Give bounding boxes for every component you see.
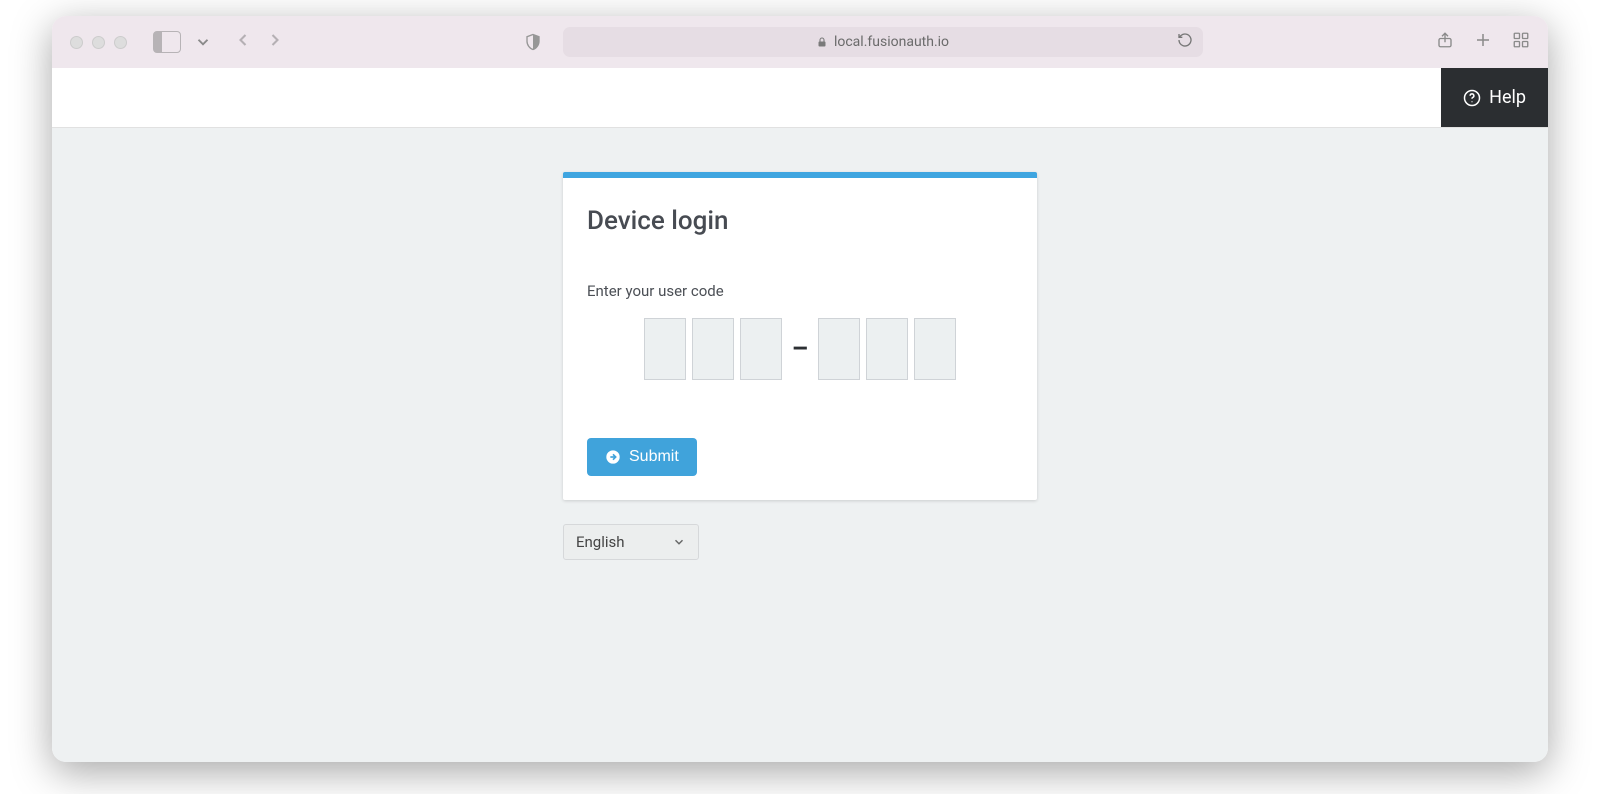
question-circle-icon xyxy=(1463,89,1481,107)
lock-icon xyxy=(816,35,828,49)
forward-button[interactable] xyxy=(265,30,285,54)
share-icon[interactable] xyxy=(1436,30,1454,54)
sidebar-toggle-button[interactable] xyxy=(153,28,181,56)
code-input-4[interactable] xyxy=(818,318,860,380)
tab-group-dropdown[interactable] xyxy=(189,28,217,56)
browser-window: local.fusionauth.io Help Device login E xyxy=(52,16,1548,762)
code-separator: – xyxy=(788,334,812,364)
help-label: Help xyxy=(1489,87,1526,108)
chevron-down-icon xyxy=(672,535,686,549)
traffic-lights xyxy=(70,36,127,49)
language-select[interactable]: English xyxy=(563,524,699,560)
close-window-button[interactable] xyxy=(70,36,83,49)
device-login-card: Device login Enter your user code – Subm… xyxy=(563,172,1037,500)
user-code-inputs: – xyxy=(587,318,1013,380)
app-body: Device login Enter your user code – Subm… xyxy=(52,128,1548,762)
language-value: English xyxy=(576,533,625,551)
arrow-right-icon xyxy=(605,449,621,465)
privacy-shield-icon[interactable] xyxy=(519,28,547,56)
submit-button[interactable]: Submit xyxy=(587,438,697,476)
address-text: local.fusionauth.io xyxy=(834,34,949,50)
help-button[interactable]: Help xyxy=(1441,68,1548,127)
card-title: Device login xyxy=(587,206,1013,236)
tab-overview-icon[interactable] xyxy=(1512,31,1530,53)
code-input-2[interactable] xyxy=(692,318,734,380)
minimize-window-button[interactable] xyxy=(92,36,105,49)
address-bar[interactable]: local.fusionauth.io xyxy=(563,27,1203,57)
code-input-5[interactable] xyxy=(866,318,908,380)
browser-chrome: local.fusionauth.io xyxy=(52,16,1548,68)
submit-label: Submit xyxy=(629,448,679,466)
new-tab-icon[interactable] xyxy=(1474,31,1492,53)
reload-icon[interactable] xyxy=(1177,32,1193,52)
code-input-6[interactable] xyxy=(914,318,956,380)
code-input-1[interactable] xyxy=(644,318,686,380)
code-input-3[interactable] xyxy=(740,318,782,380)
back-button[interactable] xyxy=(233,30,253,54)
maximize-window-button[interactable] xyxy=(114,36,127,49)
app-header: Help xyxy=(52,68,1548,128)
code-instruction: Enter your user code xyxy=(587,282,1013,300)
